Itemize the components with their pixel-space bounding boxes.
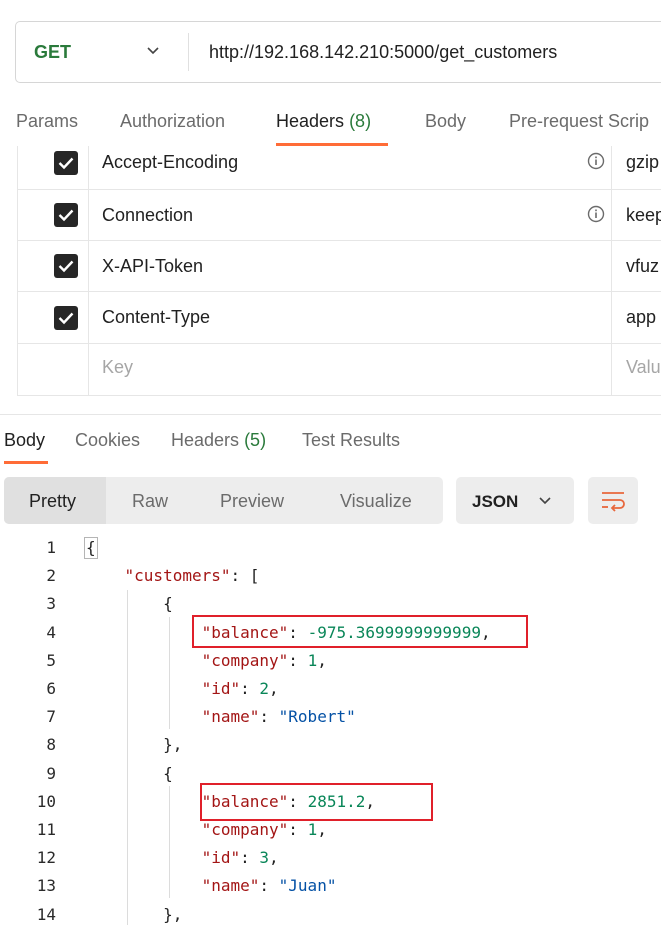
- response-tab-test-results[interactable]: Test Results: [302, 430, 400, 451]
- highlight-box: [200, 783, 433, 821]
- code-line: {: [86, 538, 96, 557]
- line-number: 12: [36, 848, 56, 867]
- code-line: },: [86, 905, 183, 924]
- method-select[interactable]: GET: [34, 42, 71, 63]
- line-number: 11: [36, 820, 56, 839]
- line-number: 8: [46, 735, 56, 754]
- line-number: 10: [36, 792, 56, 811]
- header-checkbox[interactable]: [54, 306, 78, 330]
- header-checkbox[interactable]: [54, 254, 78, 278]
- header-value[interactable]: gzip: [626, 152, 659, 173]
- code-line: "name": "Robert": [201, 707, 356, 726]
- code-line: {: [86, 764, 173, 783]
- code-line: "id": 3,: [201, 848, 279, 867]
- code-line: {: [86, 594, 173, 613]
- tab-pre-request-script[interactable]: Pre-request Scrip: [509, 111, 649, 132]
- url-input[interactable]: http://192.168.142.210:5000/get_customer…: [209, 42, 557, 63]
- code-line: "id": 2,: [201, 679, 279, 698]
- header-key[interactable]: Accept-Encoding: [102, 152, 238, 173]
- header-key[interactable]: X-API-Token: [102, 256, 203, 277]
- tab-authorization[interactable]: Authorization: [120, 111, 225, 132]
- view-raw[interactable]: Raw: [132, 491, 168, 512]
- line-number: 13: [36, 876, 56, 895]
- line-number: 1: [46, 538, 56, 557]
- format-label: JSON: [472, 492, 519, 511]
- line-number: 3: [46, 594, 56, 613]
- tab-body[interactable]: Body: [425, 111, 466, 132]
- highlight-box: [192, 615, 528, 648]
- new-header-key-input[interactable]: Key: [102, 357, 133, 378]
- line-number: 6: [46, 679, 56, 698]
- line-number: 2: [46, 566, 56, 585]
- code-line: "customers": [: [124, 566, 260, 585]
- header-value[interactable]: app: [626, 307, 656, 328]
- response-tab-headers[interactable]: Headers (5): [171, 430, 266, 451]
- header-key[interactable]: Content-Type: [102, 307, 210, 328]
- line-number: 5: [46, 651, 56, 670]
- header-value[interactable]: vfuz: [626, 256, 659, 277]
- view-pretty[interactable]: Pretty: [29, 491, 76, 512]
- chevron-down-icon[interactable]: [538, 494, 552, 508]
- active-response-tab-indicator: [4, 461, 48, 464]
- tab-params[interactable]: Params: [16, 111, 78, 132]
- tab-headers[interactable]: Headers (8): [276, 111, 371, 132]
- new-header-value-input[interactable]: Valu: [626, 357, 661, 378]
- chevron-down-icon[interactable]: [146, 44, 160, 58]
- header-checkbox[interactable]: [54, 203, 78, 227]
- code-line: "name": "Juan": [201, 876, 337, 895]
- line-number: 4: [46, 623, 56, 642]
- code-line: "company": 1,: [201, 651, 327, 670]
- line-number: 7: [46, 707, 56, 726]
- header-checkbox[interactable]: [54, 151, 78, 175]
- view-visualize[interactable]: Visualize: [340, 491, 412, 512]
- line-number: 14: [36, 905, 56, 924]
- response-tab-body[interactable]: Body: [4, 430, 45, 451]
- info-icon[interactable]: [587, 152, 605, 170]
- header-key[interactable]: Connection: [102, 205, 193, 226]
- view-preview[interactable]: Preview: [220, 491, 284, 512]
- wrap-lines-icon: [602, 492, 625, 512]
- info-icon[interactable]: [587, 205, 605, 223]
- url-divider: [188, 33, 189, 71]
- code-line: },: [86, 735, 183, 754]
- line-number: 9: [46, 764, 56, 783]
- response-tab-cookies[interactable]: Cookies: [75, 430, 140, 451]
- code-line: "company": 1,: [201, 820, 327, 839]
- wrap-lines-button[interactable]: [588, 477, 638, 524]
- header-value[interactable]: keep: [626, 205, 661, 226]
- panel-divider: [0, 414, 661, 415]
